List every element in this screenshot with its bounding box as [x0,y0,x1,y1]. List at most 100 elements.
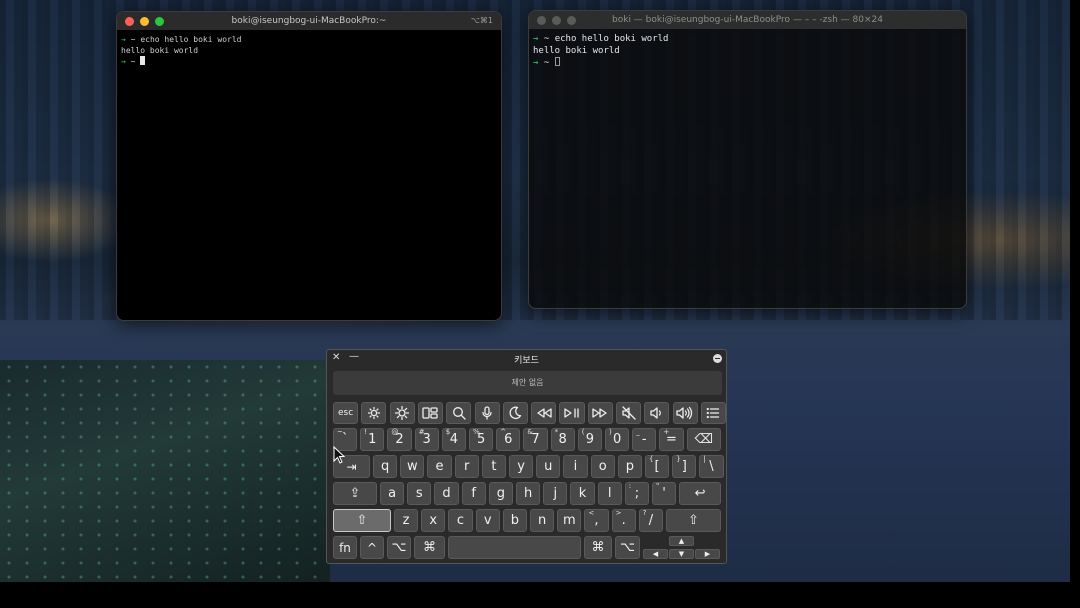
caps-lock-key[interactable]: ⇪ [333,482,377,505]
key-o[interactable]: o [590,455,615,478]
key-w[interactable]: w [400,455,425,478]
key-0[interactable]: ) 0 [605,428,630,451]
key-l[interactable]: l [597,482,622,505]
spotlight-key[interactable] [446,402,472,424]
key-m[interactable]: m [557,509,582,532]
key-label: d [442,486,451,501]
key-p[interactable]: p [617,455,642,478]
brightness-down-key[interactable] [361,402,387,424]
key-label: 4 [449,432,459,447]
key-backslash[interactable]: | \ [699,455,724,478]
key-7[interactable]: & 7 [523,428,548,451]
key-period[interactable]: >. [611,509,636,532]
key-quote[interactable]: " ' [652,482,677,505]
key-rbracket[interactable]: }] [672,455,697,478]
options-icon[interactable] [713,354,722,363]
option-right-key[interactable]: ⌥ [615,536,640,559]
esc-key[interactable]: esc [333,402,359,424]
dictation-icon [480,406,494,420]
arrow-up-key[interactable]: ▲ [669,536,694,546]
key-x[interactable]: x [421,509,446,532]
key-secondary-label: + [663,428,670,436]
key-j[interactable]: j [543,482,568,505]
terminal-content[interactable]: → ~ echo hello boki world hello boki wor… [529,29,966,73]
return-key[interactable]: ↩ [679,482,721,505]
mute-key[interactable] [616,402,642,424]
terminal-window-left[interactable]: boki@iseungbog-ui-MacBookPro:~ ⌥⌘1 → ~ e… [116,11,502,321]
key-3[interactable]: #3 [414,428,439,451]
shift-left-key[interactable]: ⇧ [333,509,391,532]
key-6[interactable]: ^ 6 [496,428,521,451]
key-v[interactable]: v [475,509,500,532]
key-z[interactable]: z [394,509,419,532]
key-f[interactable]: f [461,482,486,505]
key-9[interactable]: (9 [577,428,602,451]
rewind-key[interactable] [531,402,557,424]
keyboard-viewer[interactable]: ✕ — 키보드 제안 없음 esc ~ `! 1 @2 #3 $4% 5 ^ 6 & 7 * 8(9) 0 _… [326,349,727,564]
key-k[interactable]: k [570,482,595,505]
key-r[interactable]: r [454,455,479,478]
key-1[interactable]: ! 1 [360,428,385,451]
key-label: [ [654,459,660,474]
space-key[interactable] [448,536,581,559]
arrow-right-key[interactable]: ▶ [695,549,720,559]
key-g[interactable]: g [488,482,513,505]
key-comma[interactable]: <, [584,509,609,532]
key-c[interactable]: c [448,509,473,532]
terminal-window-right[interactable]: boki — boki@iseungbog-ui-MacBookPro — – … [528,10,967,309]
terminal-content[interactable]: → ~ echo hello boki world hello boki wor… [117,30,501,71]
terminal-titlebar[interactable]: boki — boki@iseungbog-ui-MacBookPro — – … [529,11,966,29]
key-e[interactable]: e [427,455,452,478]
key-8[interactable]: * 8 [550,428,575,451]
key-secondary-label: ? [642,509,647,517]
key-n[interactable]: n [530,509,555,532]
do-not-disturb-key[interactable] [502,402,528,424]
key-label: x [429,513,438,528]
terminal-titlebar[interactable]: boki@iseungbog-ui-MacBookPro:~ ⌥⌘1 [117,12,501,30]
volume-up-key[interactable] [672,402,698,424]
delete-key[interactable]: ⌫ [686,428,721,451]
key-label: ⌫ [694,432,713,447]
key-q[interactable]: q [373,455,398,478]
volume-down-key[interactable] [644,402,670,424]
key-5[interactable]: % 5 [469,428,494,451]
key-d[interactable]: d [434,482,459,505]
key-secondary-label: & [527,428,533,436]
key-a[interactable]: a [380,482,405,505]
key-equals[interactable]: + = [659,428,684,451]
brightness-up-key[interactable] [389,402,415,424]
key-label: v [483,513,492,528]
key-b[interactable]: b [502,509,527,532]
key-minus[interactable]: _ - [632,428,657,451]
key-t[interactable]: t [481,455,506,478]
key-label: ⌥ [391,540,407,555]
key-label: ↩ [694,486,706,501]
arrow-down-key[interactable]: ▼ [669,549,694,559]
mission-control-key[interactable] [417,402,444,424]
key-label: fn [339,540,351,555]
keyboard-titlebar[interactable]: ✕ — 키보드 [327,350,726,368]
key-label: 8 [558,432,567,447]
option-left-key[interactable]: ⌥ [387,536,411,559]
key-slash[interactable]: ? / [638,509,663,532]
key-y[interactable]: y [509,455,534,478]
key-semicolon[interactable]: :; [624,482,649,505]
key-s[interactable]: s [407,482,432,505]
play-pause-key[interactable] [559,402,585,424]
control-key[interactable]: ^ [360,536,384,559]
dictation-key[interactable] [474,402,500,424]
key-u[interactable]: u [536,455,561,478]
key-h[interactable]: h [516,482,541,505]
key-lbracket[interactable]: {[ [645,455,670,478]
menu-key[interactable] [700,402,727,424]
arrow-left-key[interactable]: ◀ [643,549,668,559]
key-2[interactable]: @2 [387,428,412,451]
fast-forward-key[interactable] [587,402,613,424]
key-secondary-label: { [649,455,654,463]
shift-right-key[interactable]: ⇧ [666,509,721,532]
command-left-key[interactable]: ⌘ [414,536,445,559]
fn-key[interactable]: fn [333,536,357,559]
key-4[interactable]: $4 [441,428,466,451]
key-i[interactable]: i [563,455,588,478]
command-right-key[interactable]: ⌘ [584,536,612,559]
